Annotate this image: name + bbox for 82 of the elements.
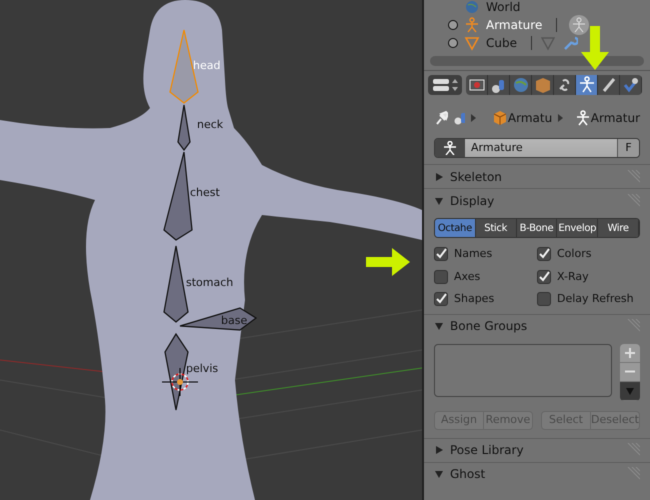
fake-user-button[interactable]: F <box>617 139 639 157</box>
remove-button[interactable] <box>620 362 640 382</box>
object-data-icon <box>454 111 466 125</box>
armature-icon <box>578 76 596 94</box>
drag-grip-icon[interactable] <box>626 319 640 333</box>
checkbox[interactable] <box>537 247 551 262</box>
draw-type-button[interactable]: Envelop <box>557 219 598 237</box>
draw-type-button[interactable]: B-Bone <box>516 219 558 237</box>
checkbox-label: Colors <box>557 246 592 262</box>
bone-label: base <box>221 314 248 327</box>
properties-tab[interactable] <box>554 74 576 94</box>
checkbox[interactable] <box>434 292 448 306</box>
drag-grip-icon[interactable] <box>626 467 640 481</box>
bone-label: stomach <box>186 276 234 289</box>
bone-label: chest <box>190 186 220 199</box>
properties-tab[interactable] <box>598 74 620 94</box>
collapse-arrow-icon[interactable] <box>434 321 444 331</box>
draw-type-button[interactable]: Wire <box>598 219 639 237</box>
name-input[interactable]: Armature <box>465 139 617 157</box>
panel-title[interactable]: Bone Groups <box>450 317 528 335</box>
collapse-arrow-icon[interactable] <box>434 469 444 479</box>
world-icon <box>464 0 480 15</box>
bone-group-list[interactable] <box>434 344 612 396</box>
breadcrumb-data: Armatur <box>590 110 640 127</box>
panel-title[interactable]: Pose Library <box>450 441 524 459</box>
bone-label: head <box>193 59 220 72</box>
add-button[interactable] <box>620 344 640 362</box>
scrollbar[interactable] <box>430 56 644 66</box>
properties-tab[interactable] <box>620 74 642 94</box>
editor-type-button[interactable] <box>428 74 462 94</box>
outliner-item[interactable]: World <box>486 0 520 16</box>
bone-label: pelvis <box>186 362 218 375</box>
armature-icon <box>464 17 480 33</box>
breadcrumb-object: Armatu <box>508 110 552 127</box>
outliner-item[interactable]: Armature <box>486 16 542 34</box>
drag-grip-icon[interactable] <box>626 443 640 457</box>
plus-icon <box>623 346 637 360</box>
properties-tab[interactable] <box>576 74 598 94</box>
checkbox[interactable] <box>434 247 448 262</box>
checkbox-label: Axes <box>454 268 480 284</box>
world-icon <box>512 76 530 94</box>
armature-icon <box>443 141 457 155</box>
checkbox[interactable] <box>537 292 551 306</box>
armature-icon <box>575 110 589 126</box>
checkbox-label: Shapes <box>454 291 494 307</box>
checkbox-label: Delay Refresh <box>557 291 634 307</box>
armature-data-icon[interactable] <box>569 15 590 35</box>
pin-icon[interactable] <box>434 110 448 126</box>
datablock-field[interactable]: Armature F <box>434 138 640 158</box>
expand-arrow-icon[interactable] <box>434 445 444 455</box>
checkbox-label: X-Ray <box>557 268 589 284</box>
checkbox-label: Names <box>454 246 492 262</box>
panel-title[interactable]: Skeleton <box>450 168 502 186</box>
bone[interactable] <box>177 104 191 151</box>
3d-viewport[interactable]: head neck chest stomach base pelvis <box>0 0 422 500</box>
panel-title[interactable]: Ghost <box>450 465 486 483</box>
bone[interactable] <box>179 307 258 331</box>
drag-grip-icon[interactable] <box>626 170 640 184</box>
panel-title[interactable]: Display <box>450 192 494 210</box>
bone[interactable] <box>164 332 189 411</box>
outliner-item[interactable]: Cube <box>486 34 517 52</box>
drag-grip-icon[interactable] <box>626 194 640 208</box>
properties-tab[interactable] <box>488 74 510 94</box>
minus-icon <box>624 370 636 373</box>
cube-icon <box>534 76 552 94</box>
cube-icon <box>492 110 506 126</box>
properties-tab[interactable] <box>466 74 488 94</box>
draw-type-button[interactable]: Stick <box>476 219 517 237</box>
draw-type-button[interactable]: Octahe <box>435 219 476 237</box>
breadcrumb-arrow-icon <box>558 114 564 122</box>
bone-label: neck <box>197 118 224 131</box>
breadcrumb-arrow-icon <box>471 114 476 122</box>
expand-arrow-icon[interactable] <box>434 172 444 182</box>
collapse-arrow-icon[interactable] <box>434 196 444 206</box>
pointer-arrow <box>366 248 410 276</box>
checkbox[interactable] <box>434 270 448 284</box>
checkbox[interactable] <box>537 270 551 284</box>
pointer-arrow <box>580 26 610 70</box>
editor-type-icon <box>432 78 458 92</box>
triangle-mesh-icon <box>464 35 480 51</box>
specials-menu-button[interactable] <box>620 382 640 400</box>
constraint-icon <box>622 76 640 94</box>
